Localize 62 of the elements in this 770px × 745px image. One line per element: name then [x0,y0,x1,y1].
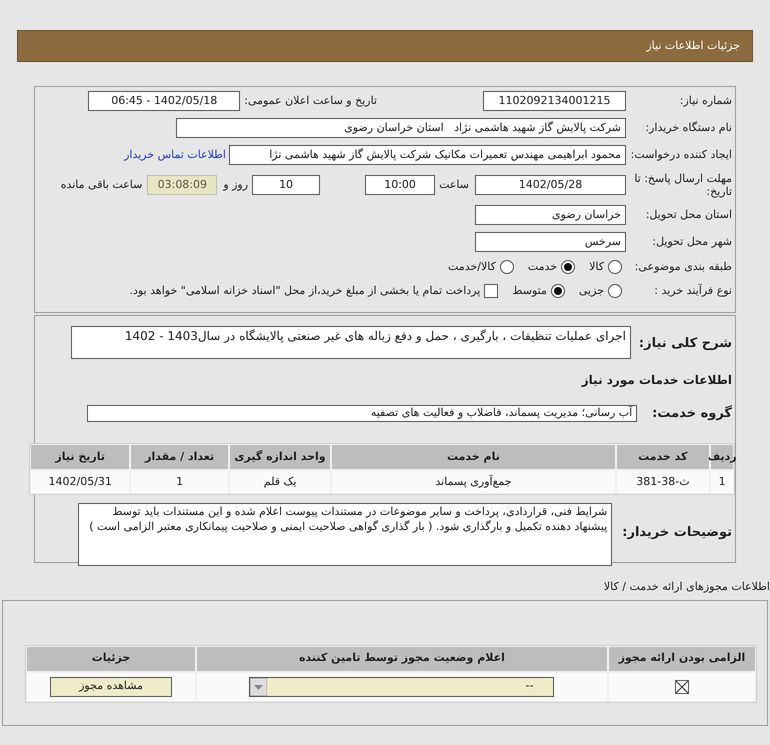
dropdown-value: -- [526,678,534,694]
section-heading: اطلاعات خدمات مورد نیاز [582,372,732,389]
view-permit-button[interactable]: مشاهده مجوز [50,676,172,696]
description-field: اجرای عملیات تنظیفات ، بارگیری ، حمل و دفع زباله های غیر صنعتی پالایشگاه در سال1403 - 1402 [70,326,631,359]
text-field[interactable]: 1402/05/18 - 06:45 [88,91,240,111]
field-label: کالا [589,259,604,275]
column-header: نام خدمت [332,445,615,469]
field-label: کالا/خدمت [448,259,496,275]
column-header: تاریخ نیاز [31,445,130,469]
text-field[interactable]: شرکت پالایش گاز شهید هاشمی نژاد استان خراسان رضوی [176,118,626,138]
field-label: متوسط [512,282,547,299]
contact-link[interactable]: اطلاعات تماس خریدار [124,146,226,164]
table-cell: جمع‌آوری پسماند [332,471,615,493]
table-cell: 1 [711,471,733,493]
column-header: جزئیات [27,646,196,670]
text-field[interactable]: سرخس [475,232,626,252]
field-label: گروه خدمت: [652,404,732,422]
field-label: نوع فرآیند خرید : [653,282,732,299]
status-dropdown[interactable]: -- [249,676,554,696]
field-label: روز و [223,176,248,193]
field-label: ایجاد کننده درخواست: [632,146,732,163]
column-header: تعداد / مقدار [131,445,228,469]
table-cell: 1 [131,471,228,493]
field-label: شهر محل تحویل: [651,234,732,250]
radio-button[interactable] [608,284,622,298]
field-label: خدمت [528,259,558,275]
field-label: جزیی [578,282,604,299]
radio-button[interactable] [500,260,514,274]
column-header: الزامی بودن ارائه مجوز [608,646,755,670]
radio-button[interactable] [550,284,565,298]
text-field[interactable]: خراسان رضوی [475,205,626,225]
service-group-field: آب رسانی؛ مدیریت پسماند، فاضلاب و فعالیت های تصفیه [87,404,638,422]
section-heading: اطلاعات مجوزهای ارائه خدمت / کالا [604,579,770,595]
field-label: تاریخ و ساعت اعلان عمومی: [244,92,377,109]
text-field[interactable]: 10 [252,175,320,195]
table-cell: یک قلم [230,471,330,493]
field-label: شماره نیاز: [678,92,732,109]
notes-field: شرایط فنی، قراردادی، پرداخت و سایر موضوعات در مستندات پیوست اعلام شده و این مستندات باید توسط پیشنهاد دهنده تکمیل و بارگذاری شود. ( بار گذاری گواهی صلاحیت ایمنی و صلاحیت پیمانکاری معتبر الزامی است ) [78,503,612,566]
radio-button[interactable] [608,260,622,274]
radio-button[interactable] [561,260,576,274]
table-cell: 1402/05/31 [30,471,130,493]
remaining-time: 03:08:09 [147,175,218,195]
column-header: کد خدمت [616,445,709,469]
table-cell: ث-38-381 [616,471,710,493]
text-field[interactable]: 1402/05/28 [475,175,626,195]
page-title: جزئیات اطلاعات نیاز [646,38,740,54]
field-label: پرداخت تمام یا بخشی از مبلغ خرید،از محل "اسناد خزانه اسلامی" خواهد بود. [130,282,480,299]
field-label: شرح کلی نیاز: [638,335,732,353]
checkbox[interactable] [484,284,498,298]
field-label: مهلت ارسال پاسخ: تا تاریخ: [633,172,732,198]
text-field[interactable]: 1102092134001215 [483,91,626,111]
field-label: ساعت باقی مانده [60,176,142,193]
column-header: واحد اندازه گیری [230,445,330,469]
column-header: اعلام وضعیت مجوز توسط تامین کننده [197,646,607,670]
field-label: توضیحات خریدار: [622,524,732,542]
field-label: نام دستگاه خریدار: [644,120,732,136]
field-label: استان محل تحویل: [644,206,732,223]
text-field[interactable]: 10:00 [365,175,436,195]
text-field[interactable]: محمود ابراهیمی مهندس تعمیرات مکانیک شرکت پالایش گاز شهید هاشمی نژا [229,145,626,165]
dropdown-arrow-icon[interactable] [250,678,268,696]
field-label: طبقه بندی موضوعی: [636,259,732,275]
field-label: ساعت [439,176,469,193]
